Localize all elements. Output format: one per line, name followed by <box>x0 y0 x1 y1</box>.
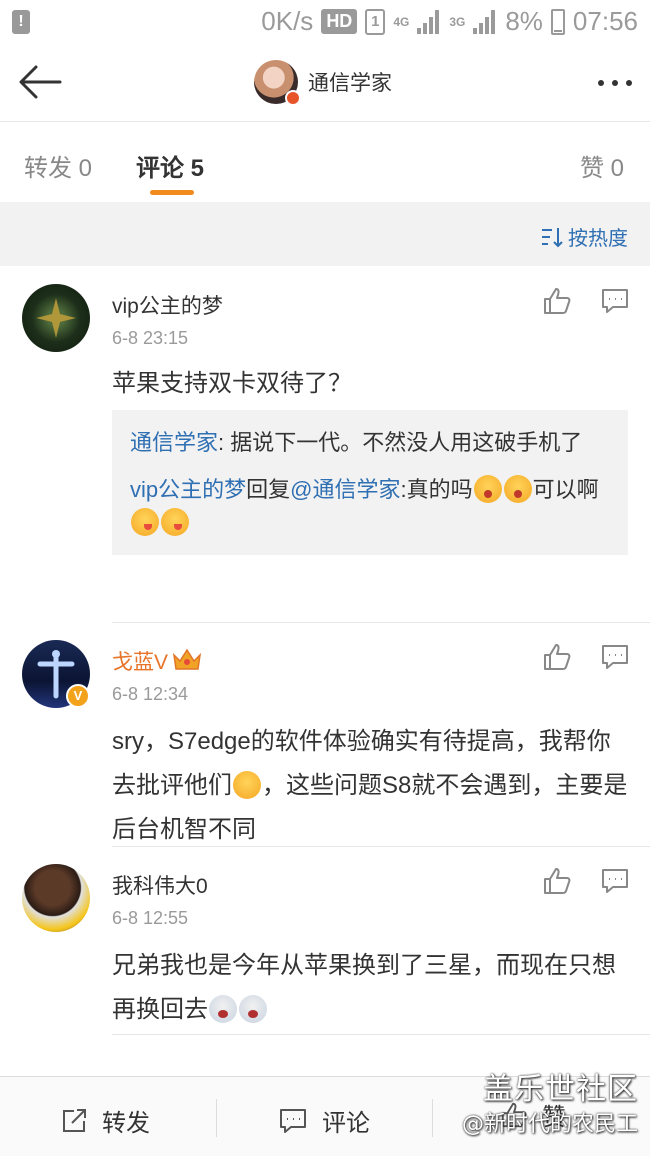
reply-thread: 通信学家: 据说下一代。不然没人用这破手机了 vip公主的梦回复@通信学家:真的… <box>112 410 628 555</box>
reply-icon[interactable] <box>600 642 630 672</box>
repost-button[interactable]: 转发 <box>60 1103 150 1138</box>
watermark-title: 盖乐世社区 <box>483 1072 638 1107</box>
comment-list: vip公主的梦 6-8 23:15 苹果支持双卡双待了？ 通信学家: 据说下一代… <box>0 266 650 1036</box>
crying-emoji-icon <box>239 995 267 1023</box>
comment-button[interactable]: 评论 <box>278 1103 370 1138</box>
avatar[interactable] <box>22 284 90 352</box>
reply-text: 据说下一代。不然没人用这破手机了 <box>230 430 583 455</box>
tab-likes[interactable]: 赞 0 <box>580 148 624 183</box>
reply-text: :真的吗 <box>400 477 473 502</box>
network-type-3g: 3G <box>449 14 466 29</box>
comment-label: 评论 <box>322 1110 370 1137</box>
tongue-emoji-icon <box>131 508 159 536</box>
battery-percent: 8% <box>505 6 543 36</box>
verified-badge-icon: V <box>66 684 90 708</box>
comment-username-wrap: 戈蓝V <box>112 646 202 676</box>
tab-repost[interactable]: 转发 0 <box>24 148 92 183</box>
comment-username[interactable]: 我科伟大0 <box>112 870 208 900</box>
clock: 07:56 <box>572 6 638 36</box>
network-speed: 0K/s <box>261 6 314 36</box>
warning-icon: ! <box>12 10 30 34</box>
comment-time: 6-8 12:55 <box>112 908 189 928</box>
divider <box>112 622 650 623</box>
like-icon[interactable] <box>542 286 572 316</box>
shush-emoji-icon <box>233 771 261 799</box>
network-type-4g: 4G <box>393 14 410 29</box>
comment-time: 6-8 12:34 <box>112 684 189 704</box>
sort-bar: 按热度 <box>0 202 650 266</box>
tab-comments[interactable]: 评论 5 <box>136 148 204 183</box>
comment-icon <box>280 1108 306 1133</box>
reply-author[interactable]: 通信学家 <box>130 430 218 455</box>
reply-mention[interactable]: @通信学家 <box>290 477 400 502</box>
tab-bar: 转发 0 评论 5 赞 0 <box>0 122 650 202</box>
active-tab-indicator <box>150 190 194 195</box>
repost-label: 转发 <box>102 1110 150 1137</box>
like-icon[interactable] <box>542 866 572 896</box>
comment-text: 苹果支持双卡双待了？ <box>112 370 352 397</box>
crown-badge-icon <box>172 648 202 670</box>
avatar <box>254 60 301 106</box>
avatar[interactable] <box>22 864 90 932</box>
reply-icon[interactable] <box>600 286 630 316</box>
watermark-handle: @新时代的农民工 <box>461 1112 638 1137</box>
back-arrow-icon[interactable] <box>16 62 64 102</box>
reply-item: vip公主的梦回复@通信学家:真的吗 可以啊 <box>130 473 610 539</box>
signal-icon <box>417 9 441 34</box>
reply-item: 通信学家: 据说下一代。不然没人用这破手机了 <box>130 430 583 455</box>
hd-badge: HD <box>321 9 358 34</box>
signal-icon <box>473 9 497 34</box>
like-icon[interactable] <box>542 642 572 672</box>
nav-bar: 通信学家 <box>0 44 650 122</box>
crying-emoji-icon <box>209 995 237 1023</box>
sort-button[interactable]: 按热度 <box>540 222 628 251</box>
shocked-emoji-icon <box>473 475 502 503</box>
comment-text: 兄弟我也是今年从苹果换到了三星，而现在只想再换回去 <box>112 952 616 1023</box>
repost-icon <box>63 1108 86 1132</box>
divider <box>112 1034 650 1035</box>
verified-badge-icon <box>285 90 301 106</box>
avatar-art-icon <box>36 298 76 338</box>
nav-user[interactable]: 通信学家 <box>254 58 392 106</box>
sim-icon: 1 <box>365 8 386 35</box>
nav-username: 通信学家 <box>308 72 392 95</box>
comment-text: sry，S7edge的软件体验确实有待提高，我帮你去批评他们 ，这些问题S8就不会… <box>112 728 628 843</box>
shocked-emoji-icon <box>503 475 532 503</box>
status-bar: ! 0K/s HD 1 4G 3G 8% 07:56 <box>0 0 650 44</box>
tongue-emoji-icon <box>161 508 189 536</box>
reply-author[interactable]: vip公主的梦 <box>130 477 246 502</box>
divider <box>112 846 650 847</box>
sort-icon <box>542 227 563 247</box>
divider <box>432 1099 433 1137</box>
comment-time: 6-8 23:15 <box>112 328 189 348</box>
battery-icon <box>550 8 565 35</box>
reply-icon[interactable] <box>600 866 630 896</box>
comment-username[interactable]: vip公主的梦 <box>112 290 223 320</box>
comment-username[interactable]: 戈蓝V <box>112 651 168 674</box>
divider <box>216 1099 217 1137</box>
sort-label: 按热度 <box>568 228 628 250</box>
more-options-icon[interactable] <box>598 80 632 86</box>
